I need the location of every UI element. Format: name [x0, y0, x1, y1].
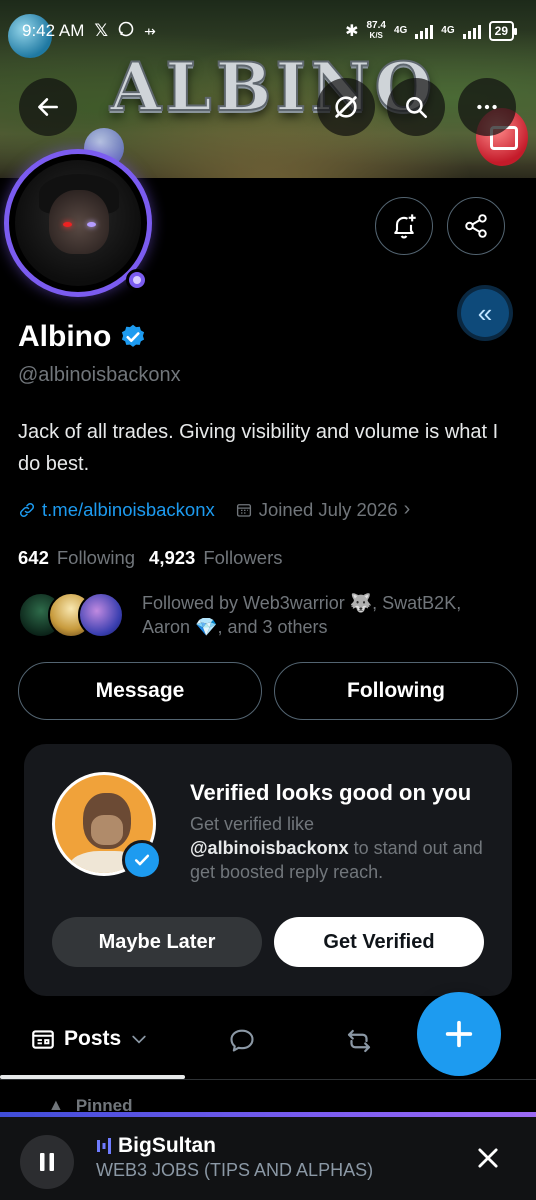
status-time: 9:42 AM	[22, 21, 85, 40]
search-icon	[406, 97, 428, 119]
tab-posts[interactable]: Posts	[30, 1026, 149, 1052]
share-button[interactable]	[447, 197, 505, 255]
verified-check-icon	[122, 840, 162, 880]
signal-icon	[462, 23, 481, 39]
usb-icon: ⇸	[144, 22, 156, 39]
profile-bio: Jack of all trades. Giving visibility an…	[18, 421, 499, 475]
repost-icon	[347, 1029, 371, 1053]
followers-count-link[interactable]: 4,923 Followers	[149, 547, 282, 569]
active-tab-indicator	[0, 1075, 185, 1079]
chevron-right-icon: ›	[403, 498, 411, 520]
promo-handle: @albinoisbackonx	[190, 838, 349, 858]
followed-by-text: Followed by Web3warrior 🐺, SwatB2K, Aaro…	[142, 593, 462, 637]
profile-meta: t.me/albinoisbackonx Joined July 2026 ›	[18, 498, 410, 521]
profile-link[interactable]: t.me/albinoisbackonx	[18, 499, 215, 521]
collapse-button[interactable]: «	[461, 289, 509, 337]
maybe-later-button[interactable]: Maybe Later	[52, 917, 262, 967]
verified-badge-icon[interactable]	[119, 323, 147, 351]
notifications-button[interactable]	[375, 197, 433, 255]
more-dots-icon	[477, 104, 497, 110]
network-type-1: 4G	[393, 25, 408, 36]
following-count-link[interactable]: 642 Following	[18, 547, 135, 569]
promo-title: Verified looks good on you	[190, 780, 472, 805]
battery-indicator: 29	[488, 21, 518, 41]
promo-text: Get verified like @albinoisbackonx to st…	[190, 814, 483, 882]
banner-title: ALBINO	[109, 47, 437, 127]
signal-icon	[415, 23, 434, 39]
grok-button[interactable]	[317, 78, 375, 136]
message-button[interactable]: Message	[18, 662, 262, 720]
grok-icon	[335, 96, 357, 118]
following-button[interactable]: Following	[274, 662, 518, 720]
tab-replies[interactable]	[228, 1026, 256, 1054]
double-chevron-left-icon: «	[477, 297, 493, 328]
compose-post-button[interactable]	[417, 992, 501, 1076]
follow-counts: 642 Following 4,923 Followers	[18, 547, 283, 569]
space-player-bar[interactable]: BigSultan WEB3 JOBS (TIPS AND ALPHAS)	[0, 1112, 536, 1200]
pause-icon	[40, 1153, 54, 1171]
profile-joined[interactable]: Joined July 2026 ›	[235, 498, 411, 521]
joined-date: Joined July 2026	[258, 498, 398, 520]
tabs-divider	[0, 1079, 536, 1080]
verification-promo-card: Verified looks good on you Get verified …	[24, 744, 512, 996]
whatsapp-icon	[118, 21, 134, 42]
bluetooth-icon: ✱	[345, 23, 359, 40]
profile-handle: @albinoisbackonx	[18, 364, 181, 386]
search-button[interactable]	[387, 78, 445, 136]
pause-button[interactable]	[20, 1135, 74, 1189]
avatar-status-badge	[126, 269, 148, 291]
plus-icon	[445, 1020, 473, 1048]
tab-reposts[interactable]	[344, 1026, 374, 1056]
close-player-button[interactable]	[470, 1140, 506, 1176]
network-speed: 87.4 K/S	[366, 20, 386, 41]
network-type-2: 4G	[441, 25, 455, 36]
player-subtitle: WEB3 JOBS (TIPS AND ALPHAS)	[96, 1160, 374, 1180]
follower-avatar	[78, 592, 124, 638]
arrow-left-icon	[38, 98, 58, 116]
calendar-icon	[236, 503, 251, 517]
player-title: BigSultan	[96, 1134, 216, 1158]
get-verified-button[interactable]: Get Verified	[274, 917, 484, 967]
profile-name-row: Albino	[18, 320, 147, 354]
chevron-down-icon	[132, 1035, 146, 1044]
profile-name: Albino	[18, 320, 112, 353]
followed-by-row[interactable]: Followed by Web3warrior 🐺, SwatB2K, Aaro…	[18, 591, 512, 639]
profile-link-text: t.me/albinoisbackonx	[42, 498, 215, 520]
back-button[interactable]	[19, 78, 77, 136]
audio-bars-icon	[97, 1138, 111, 1154]
tab-posts-label: Posts	[64, 1027, 122, 1050]
x-app-icon: 𝕏	[94, 21, 109, 40]
share-icon	[465, 214, 487, 238]
close-icon	[478, 1148, 498, 1168]
status-bar: 9:42 AM 𝕏 ⇸ ✱ 87.4 K/S 4G 4G 29	[22, 14, 518, 48]
player-progress-bar	[0, 1112, 536, 1117]
more-options-button[interactable]	[458, 78, 516, 136]
posts-icon	[32, 1030, 54, 1049]
bell-plus-icon	[394, 214, 416, 239]
link-icon	[19, 502, 35, 517]
reply-bubble-icon	[230, 1029, 254, 1052]
